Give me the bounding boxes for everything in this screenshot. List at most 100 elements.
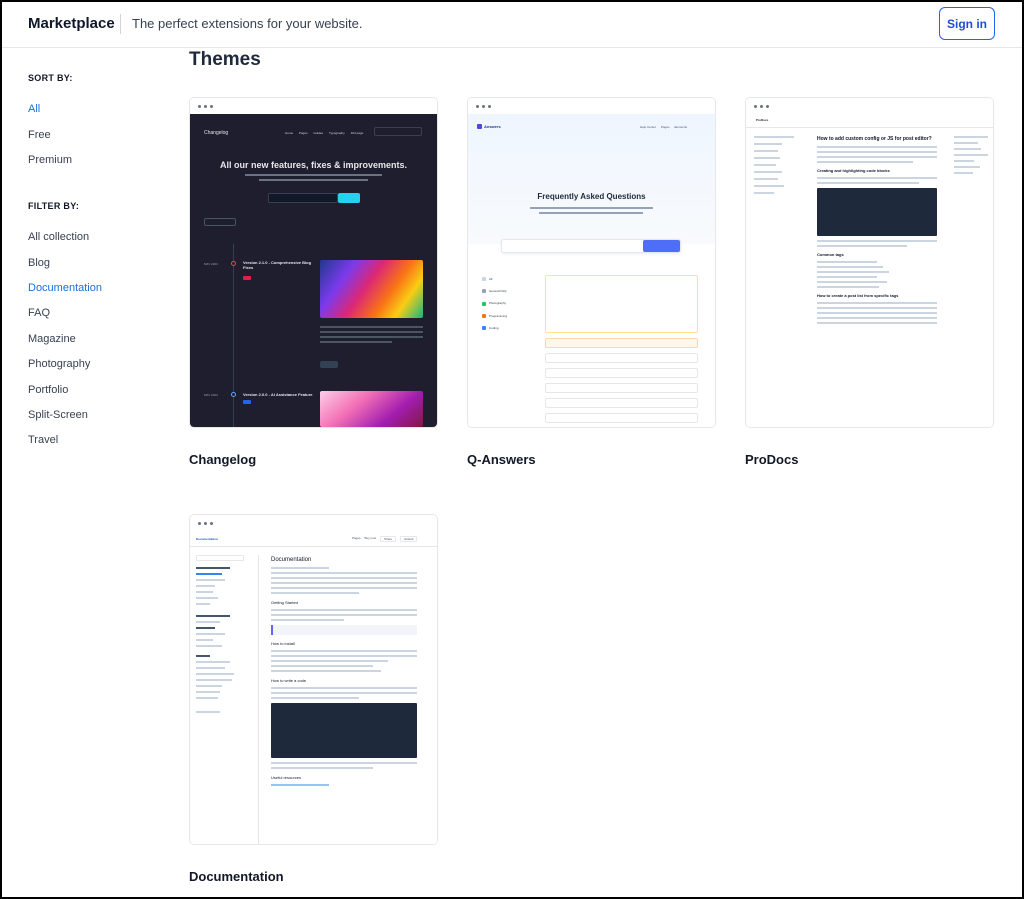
preview-search-box: [374, 127, 422, 136]
preview-categories: All General FAQ Photography Programming …: [482, 277, 507, 338]
preview-code-block: [271, 703, 417, 758]
theme-name-documentation[interactable]: Documentation: [189, 869, 284, 884]
filter-item-portfolio[interactable]: Portfolio: [28, 384, 68, 396]
filter-item-travel[interactable]: Travel: [28, 434, 58, 446]
preview-logo: Documentation: [196, 537, 218, 541]
preview-email-input: [268, 193, 338, 203]
filter-item-split-screen[interactable]: Split-Screen: [28, 409, 88, 421]
filter-by-heading: FILTER BY:: [28, 201, 80, 211]
preview-entry-title: Version 2.1.0 - Comprehensive Blog Fixes: [243, 260, 312, 270]
filter-item-blog[interactable]: Blog: [28, 257, 50, 269]
preview-sidebar: [754, 136, 794, 199]
preview-category-select: [204, 218, 236, 226]
preview-entry-image: [320, 391, 423, 427]
filter-item-photography[interactable]: Photography: [28, 358, 90, 370]
sort-item-all[interactable]: All: [28, 103, 40, 115]
preview-heading: How to create a post list from specific …: [817, 293, 899, 298]
theme-card-prodocs[interactable]: ProDocs How to add custom config or JS f…: [745, 97, 994, 428]
preview-question: [545, 353, 698, 363]
preview-hero-title: Frequently Asked Questions: [537, 192, 646, 201]
preview-logo: ProDocs: [756, 118, 769, 122]
theme-name-changelog[interactable]: Changelog: [189, 452, 256, 467]
preview-question: [545, 398, 698, 408]
preview-hero-text: [530, 207, 653, 217]
preview-hero-text: [245, 174, 382, 187]
sort-by-heading: SORT BY:: [28, 73, 73, 83]
browser-chrome: [190, 98, 437, 114]
preview-heading: Useful resources: [271, 775, 302, 780]
page-title: Themes: [189, 49, 261, 70]
top-bar: Marketplace The perfect extensions for y…: [2, 2, 1022, 48]
filter-item-all-collection[interactable]: All collection: [28, 231, 89, 243]
preview-logo: Answers: [477, 124, 501, 130]
theme-card-documentation[interactable]: Documentation Pages Buy now Share GitHub…: [189, 514, 438, 845]
preview-heading: How to add custom config or JS for post …: [817, 136, 932, 142]
filter-item-documentation[interactable]: Documentation: [28, 282, 102, 294]
preview-timeline-dot: [231, 261, 236, 266]
theme-card-changelog[interactable]: Changelog Home Pages Guides Typography 4…: [189, 97, 438, 428]
tagline: The perfect extensions for your website.: [132, 16, 363, 31]
preview-entry-title: Version 2.0.0 - AI Assistance Feature: [243, 392, 313, 397]
filter-item-faq[interactable]: FAQ: [28, 307, 50, 319]
filter-item-magazine[interactable]: Magazine: [28, 333, 76, 345]
brand-logo[interactable]: Marketplace: [28, 15, 115, 32]
preview-nav-link: Pages: [352, 536, 361, 540]
preview-entry-date: MAY 2023: [204, 262, 218, 266]
preview-nav-link: Home: [285, 131, 294, 135]
preview-hero: [468, 114, 715, 244]
preview-question: [545, 338, 698, 348]
preview-toc: [954, 136, 988, 178]
preview-heading: Common tags: [817, 252, 844, 257]
preview-github-button: GitHub: [400, 536, 418, 542]
preview-heading: Creating and highlighting code blocks: [817, 168, 890, 173]
preview-question: [545, 413, 698, 423]
preview-hero-title: All our new features, fixes & improvemen…: [219, 160, 408, 170]
preview-note: [271, 625, 417, 635]
browser-chrome: [746, 98, 993, 114]
preview-sidebar: [196, 555, 244, 717]
theme-name-q-answers[interactable]: Q-Answers: [467, 452, 536, 467]
preview-nav: Pages Buy now Share GitHub: [352, 536, 418, 542]
preview-nav-link: Guides: [313, 131, 324, 135]
preview-nav-link: Help Center: [640, 125, 657, 129]
theme-card-q-answers[interactable]: Answers Help Center Pages Elements Frequ…: [467, 97, 716, 428]
preview-nav-link: Pages: [299, 131, 308, 135]
preview-topbar: [746, 114, 993, 128]
preview-timeline-dot: [231, 392, 236, 397]
preview-heading: How to write a code: [271, 678, 307, 683]
preview-search-button: [643, 240, 680, 252]
preview-article: How to add custom config or JS for post …: [817, 136, 937, 327]
marketplace-window: Marketplace The perfect extensions for y…: [0, 0, 1024, 899]
preview-subscribe-button: [338, 193, 360, 203]
preview-entry-image: [320, 260, 423, 318]
preview-share-button: Share: [380, 536, 397, 542]
preview-heading: Getting Started: [271, 600, 298, 605]
preview-nav: Help Center Pages Elements: [640, 125, 687, 129]
preview-timeline: [233, 244, 234, 427]
sign-in-button[interactable]: Sign in: [939, 7, 995, 40]
browser-chrome: [190, 515, 437, 531]
preview-heading: Documentation: [271, 557, 312, 563]
preview-question: [545, 383, 698, 393]
sort-item-free[interactable]: Free: [28, 129, 51, 141]
browser-chrome: [468, 98, 715, 114]
theme-preview: ProDocs How to add custom config or JS f…: [746, 114, 993, 427]
preview-nav-link: Typography: [329, 131, 345, 135]
preview-read-more: [320, 361, 338, 368]
preview-nav-link: Pages: [661, 125, 670, 129]
preview-entry-text: [320, 326, 423, 346]
preview-entry-tag: [243, 276, 251, 280]
preview-question: [545, 368, 698, 378]
preview-brand: Changelog: [204, 130, 229, 136]
preview-entry-tag: [243, 400, 251, 404]
preview-nav-link: Buy now: [364, 536, 377, 540]
sort-item-premium[interactable]: Premium: [28, 154, 72, 166]
preview-nav-link: 404 page: [350, 131, 364, 135]
theme-preview: Answers Help Center Pages Elements Frequ…: [468, 114, 715, 427]
preview-divider: [258, 555, 259, 844]
preview-nav-link: Elements: [674, 125, 688, 129]
preview-question: [545, 275, 698, 333]
theme-name-prodocs[interactable]: ProDocs: [745, 452, 798, 467]
preview-heading: How to install: [271, 641, 295, 646]
preview-question-list: [545, 275, 698, 427]
